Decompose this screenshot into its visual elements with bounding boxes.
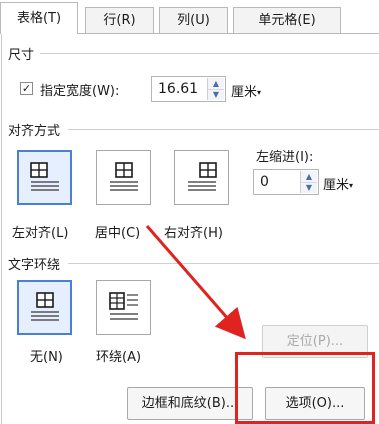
tab-table[interactable]: 表格(T) xyxy=(0,2,78,34)
annotation-arrow xyxy=(145,225,246,340)
